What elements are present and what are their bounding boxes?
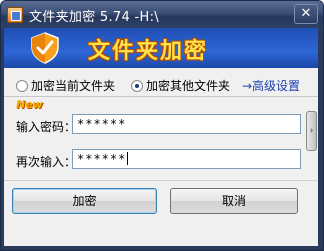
password-label: 输入密码： <box>16 120 77 134</box>
separator <box>4 96 318 97</box>
advanced-settings-link[interactable]: →高级设置 <box>242 77 300 94</box>
encrypt-button[interactable]: 加密 <box>12 188 157 214</box>
radio-encrypt-other-folder[interactable]: 加密其他文件夹 <box>131 77 230 94</box>
window-title: 文件夹加密 5.74 -H:\ <box>29 10 159 25</box>
radio-label: 加密当前文件夹 <box>31 79 116 93</box>
app-icon[interactable] <box>7 7 23 23</box>
close-button[interactable]: ✕ <box>294 4 318 24</box>
banner-title: 文件夹加密 <box>88 39 209 64</box>
radio-circle-icon[interactable] <box>16 79 28 92</box>
banner: 文件夹加密 <box>4 28 318 68</box>
radio-label: 加密其他文件夹 <box>146 79 231 93</box>
shield-checkmark-icon <box>31 32 59 64</box>
password-field[interactable]: ****** <box>72 114 301 134</box>
confirm-password-label: 再次输入： <box>16 155 77 169</box>
cancel-button[interactable]: 取消 <box>170 188 298 214</box>
new-badge: New <box>16 98 43 111</box>
text-caret <box>127 152 129 165</box>
button-divider <box>4 180 318 181</box>
confirm-password-value: ****** <box>77 152 127 166</box>
radio-selected-icon[interactable] <box>131 79 143 92</box>
confirm-password-field[interactable]: ****** <box>72 149 301 169</box>
encrypt-target-options: 加密当前文件夹 加密其他文件夹 →高级设置 <box>4 74 318 96</box>
radio-encrypt-current-folder[interactable]: 加密当前文件夹 <box>16 77 115 94</box>
expand-panel-chevron-icon[interactable]: › <box>306 111 317 151</box>
title-bar[interactable]: 文件夹加密 5.74 -H:\ ✕ <box>1 1 323 29</box>
password-value: ****** <box>77 117 127 131</box>
